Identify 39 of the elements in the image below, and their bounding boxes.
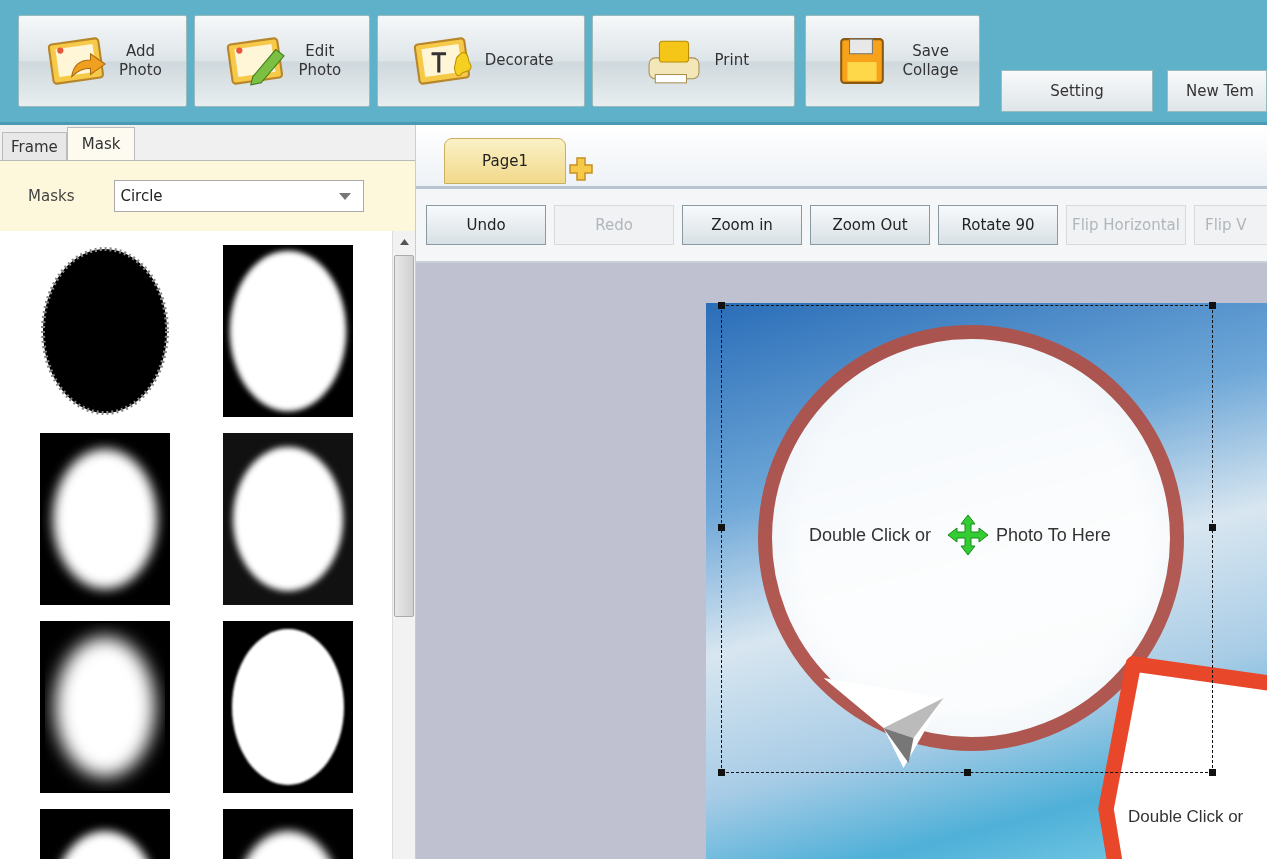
mask-thumbnail[interactable]: [40, 809, 170, 859]
photo-hint-text: Photo To Here: [996, 525, 1111, 546]
mask-thumbnail[interactable]: [40, 433, 170, 605]
masks-label: Masks: [28, 187, 75, 205]
resize-handle[interactable]: [1209, 769, 1216, 776]
toolbar-button[interactable]: New Tem: [1167, 70, 1267, 112]
scroll-thumb[interactable]: [394, 255, 414, 617]
scrollbar[interactable]: [392, 231, 415, 859]
resize-handle[interactable]: [964, 769, 971, 776]
mask-thumbnail[interactable]: [223, 433, 353, 605]
panel-tab[interactable]: Mask: [66, 127, 136, 160]
page-tab[interactable]: Page1: [444, 138, 566, 184]
masks-dropdown[interactable]: Circle: [114, 180, 365, 212]
scroll-up-arrow-icon[interactable]: [399, 239, 409, 245]
edit-button[interactable]: Zoom Out: [810, 205, 930, 245]
resize-handle[interactable]: [718, 769, 725, 776]
toolbar-button[interactable]: Add Photo: [18, 15, 187, 107]
toolbar-button[interactable]: Save Collage: [805, 15, 980, 107]
resize-handle[interactable]: [1209, 524, 1216, 531]
toolbar-button[interactable]: Edit Photo: [193, 15, 370, 107]
edit-button[interactable]: Undo: [426, 205, 546, 245]
edit-button[interactable]: Zoom in: [682, 205, 802, 245]
edit-button[interactable]: Rotate 90: [938, 205, 1058, 245]
toolbar-button[interactable]: Print: [592, 15, 796, 107]
resize-handle[interactable]: [1209, 302, 1216, 309]
mask-thumbnail[interactable]: [40, 621, 170, 793]
mask-thumbnail[interactable]: [40, 245, 170, 417]
caret-icon: [339, 192, 352, 200]
mask-thumbnail[interactable]: [223, 809, 353, 859]
photo-hint-text: Double Click or: [809, 525, 932, 546]
mask-thumbnail[interactable]: [223, 245, 353, 417]
mask-thumbnail[interactable]: [223, 621, 353, 793]
resize-handle[interactable]: [718, 302, 725, 309]
photo-hint-text: Double Click or: [1128, 807, 1244, 827]
toolbar-button[interactable]: Decorate: [376, 15, 586, 107]
resize-handle[interactable]: [718, 524, 725, 531]
toolbar-button[interactable]: Setting: [1001, 70, 1153, 112]
move-icon[interactable]: [948, 513, 988, 557]
panel-tab[interactable]: Frame: [2, 132, 67, 160]
